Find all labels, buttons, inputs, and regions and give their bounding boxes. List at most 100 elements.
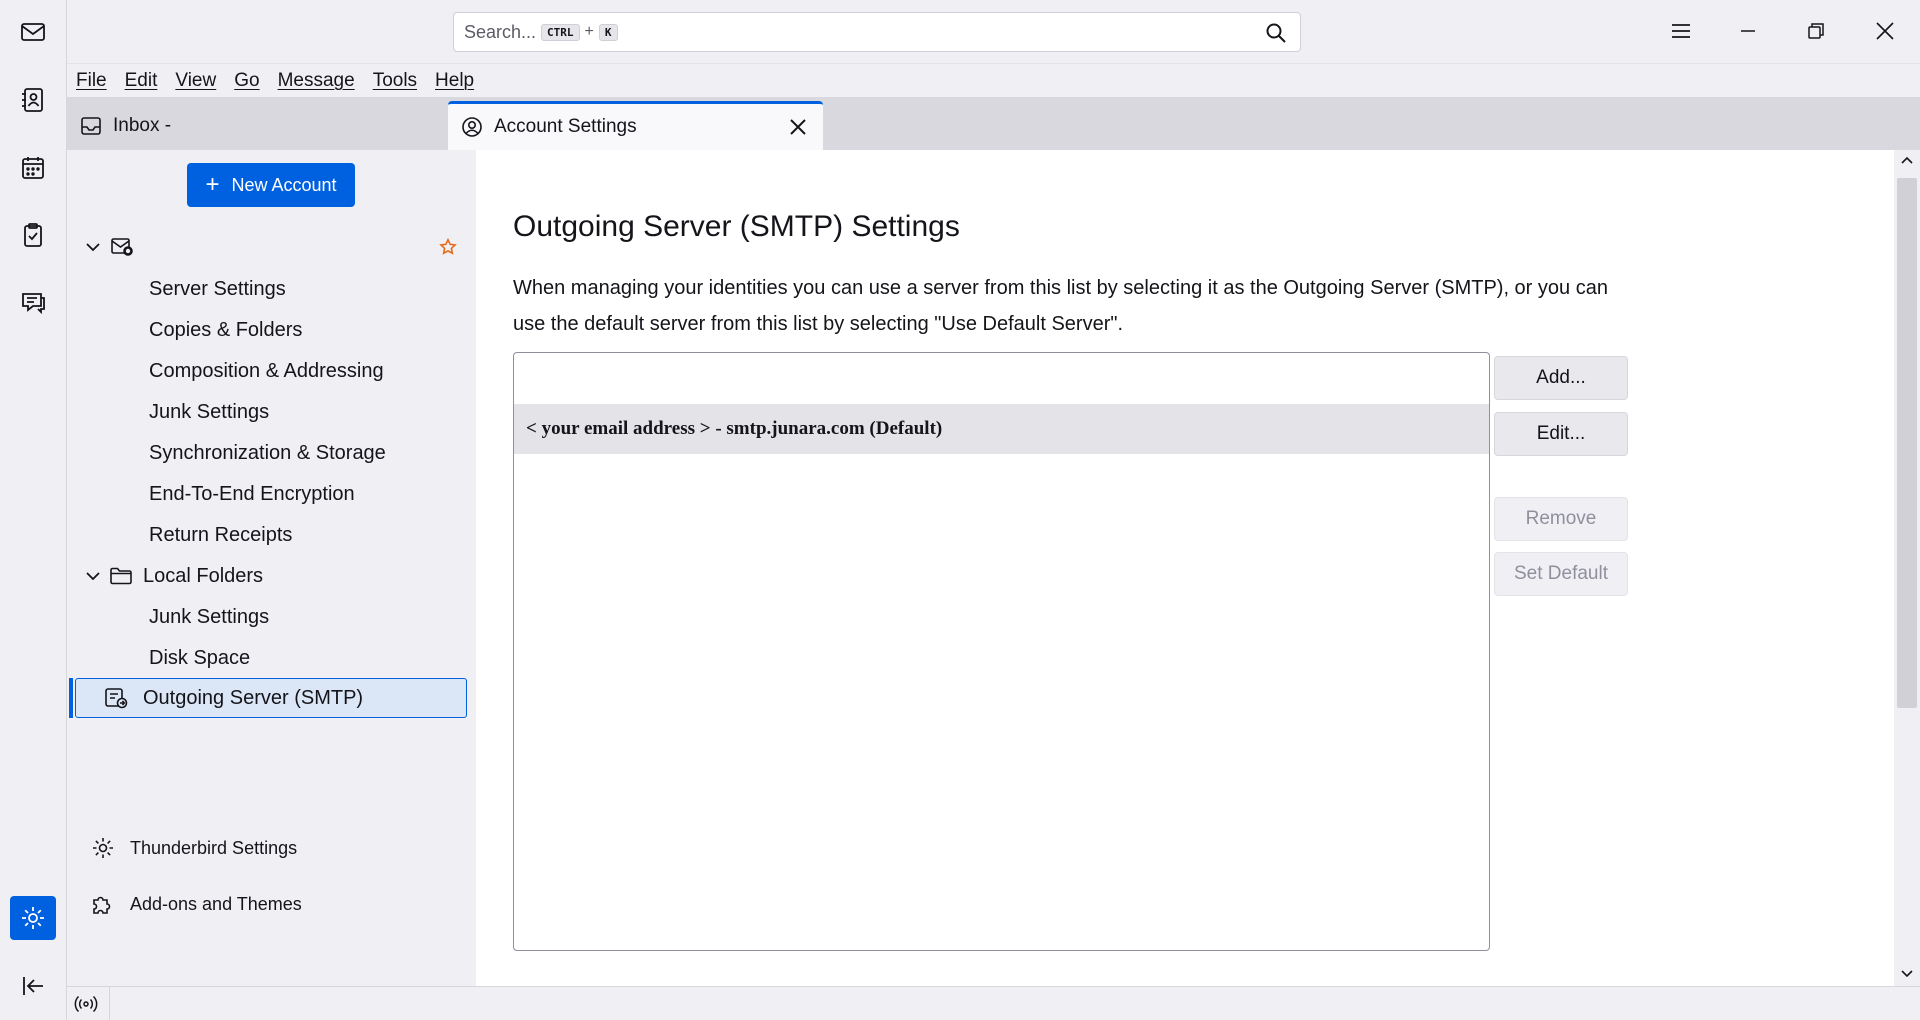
tree-item-junk-settings[interactable]: Junk Settings	[149, 393, 269, 431]
tab-strip: Inbox - Account Settings	[67, 97, 1920, 150]
edit-server-button[interactable]: Edit...	[1494, 412, 1628, 456]
tree-item-label: Server Settings	[149, 277, 286, 300]
calendar-icon	[22, 157, 44, 179]
mail-icon	[21, 23, 45, 41]
tree-item-local-junk-settings[interactable]: Junk Settings	[149, 598, 269, 636]
minimize-button[interactable]	[1725, 10, 1771, 52]
collapse-spaces-button[interactable]	[10, 964, 56, 1008]
menu-edit[interactable]: Edit	[125, 70, 158, 92]
addons-themes-label: Add-ons and Themes	[130, 893, 302, 914]
settings-space-button[interactable]	[10, 896, 56, 940]
tree-item-label: Return Receipts	[149, 523, 293, 546]
settings-pane: Outgoing Server (SMTP) Settings When man…	[476, 150, 1920, 986]
tree-item-end-to-end-encryption[interactable]: End-To-End Encryption	[149, 475, 355, 513]
set-default-button-label: Set Default	[1514, 563, 1608, 584]
search-input[interactable]: Search... CTRL + K	[453, 12, 1301, 52]
menu-go[interactable]: Go	[234, 70, 259, 92]
shortcut-ctrl: CTRL	[541, 23, 580, 41]
edit-button-label: Edit...	[1536, 423, 1586, 444]
local-folders-label: Local Folders	[143, 564, 264, 587]
plus-icon: +	[205, 171, 220, 198]
menu-tools[interactable]: Tools	[373, 70, 417, 92]
tab-inbox[interactable]: Inbox -	[79, 101, 439, 150]
tree-item-disk-space[interactable]: Disk Space	[149, 639, 250, 677]
gear-icon	[93, 838, 113, 858]
chat-icon	[22, 293, 45, 315]
account-tree-sidebar: + New Account Server Settings Copies & F…	[67, 150, 476, 986]
address-book-space-button[interactable]	[10, 78, 56, 122]
tree-item-label: Junk Settings	[149, 605, 270, 628]
tree-item-label: Composition & Addressing	[149, 359, 384, 382]
tree-item-label: End-To-End Encryption	[149, 482, 355, 505]
add-server-button[interactable]: Add...	[1494, 356, 1628, 400]
list-item[interactable]: < your email address > - smtp.junara.com…	[514, 404, 1489, 454]
menu-help[interactable]: Help	[435, 70, 474, 92]
close-window-button[interactable]	[1862, 10, 1908, 52]
tree-item-label: Copies & Folders	[149, 318, 303, 341]
thunderbird-settings-label: Thunderbird Settings	[130, 837, 298, 858]
tree-item-label: Synchronization & Storage	[149, 441, 386, 464]
vertical-scrollbar[interactable]	[1894, 150, 1920, 986]
status-bar	[67, 986, 1920, 1020]
online-status-icon[interactable]	[73, 992, 99, 1016]
page-description: When managing your identities you can us…	[513, 277, 1608, 335]
selection-indicator	[69, 678, 73, 718]
app-menu-button[interactable]	[1658, 10, 1704, 52]
tab-account-settings-label: Account Settings	[494, 116, 637, 137]
tasks-icon	[24, 223, 42, 247]
gear-icon	[22, 907, 44, 929]
scroll-down-icon[interactable]	[1900, 966, 1914, 980]
default-account-star-icon	[439, 238, 457, 255]
menu-view[interactable]: View	[175, 70, 216, 92]
calendar-space-button[interactable]	[10, 146, 56, 190]
local-folders-row[interactable]: Local Folders	[67, 557, 476, 595]
shortcut-plus: +	[584, 23, 594, 40]
shortcut-k: K	[598, 23, 618, 41]
puzzle-piece-icon	[93, 896, 111, 914]
search-placeholder: Search...	[464, 21, 537, 42]
menu-message[interactable]: Message	[278, 70, 355, 92]
set-default-button[interactable]: Set Default	[1494, 552, 1628, 596]
tasks-space-button[interactable]	[10, 213, 56, 257]
tree-item-copies-folders[interactable]: Copies & Folders	[149, 311, 302, 349]
add-button-label: Add...	[1536, 367, 1586, 388]
mail-account-icon	[111, 238, 133, 256]
chat-space-button[interactable]	[10, 280, 56, 324]
search-icon[interactable]	[1264, 21, 1288, 45]
account-settings-icon	[462, 117, 482, 137]
scroll-up-icon[interactable]	[1900, 154, 1914, 168]
close-tab-icon[interactable]	[787, 116, 809, 138]
collapse-left-icon	[23, 977, 43, 995]
tree-item-label: Junk Settings	[149, 400, 270, 423]
outgoing-server-icon	[105, 688, 128, 709]
title-bar: Search... CTRL + K	[67, 0, 1920, 63]
scroll-thumb[interactable]	[1897, 178, 1917, 708]
inbox-icon	[81, 116, 101, 135]
tab-inbox-label: Inbox -	[113, 114, 172, 136]
chevron-down-icon[interactable]	[83, 566, 103, 586]
tree-item-outgoing-server[interactable]: Outgoing Server (SMTP)	[75, 678, 467, 718]
menu-file[interactable]: File	[76, 70, 107, 92]
restore-button[interactable]	[1793, 10, 1839, 52]
new-account-button[interactable]: + New Account	[187, 163, 355, 207]
remove-server-button[interactable]: Remove	[1494, 497, 1628, 541]
restore-icon	[1808, 23, 1824, 39]
new-account-label: New Account	[231, 174, 337, 195]
tree-item-server-settings[interactable]: Server Settings	[149, 270, 286, 308]
folder-icon	[110, 567, 132, 585]
tree-item-synchronization-storage[interactable]: Synchronization & Storage	[149, 434, 386, 472]
chevron-down-icon[interactable]	[83, 237, 103, 257]
thunderbird-settings-link[interactable]: Thunderbird Settings	[90, 835, 297, 861]
smtp-server-list[interactable]: < your email address > - smtp.junara.com…	[513, 352, 1490, 951]
tab-account-settings[interactable]: Account Settings	[448, 101, 823, 150]
page-title: Outgoing Server (SMTP) Settings	[513, 210, 960, 243]
menu-bar: File Edit View Go Message Tools Help	[67, 63, 1920, 97]
status-divider	[109, 987, 110, 1020]
mail-space-button[interactable]	[10, 10, 56, 54]
content-area: + New Account Server Settings Copies & F…	[67, 150, 1920, 986]
tree-item-return-receipts[interactable]: Return Receipts	[149, 516, 292, 554]
addons-themes-link[interactable]: Add-ons and Themes	[90, 891, 302, 917]
account-row[interactable]	[67, 228, 476, 266]
tree-item-composition-addressing[interactable]: Composition & Addressing	[149, 352, 384, 390]
spaces-toolbar	[0, 0, 67, 1020]
